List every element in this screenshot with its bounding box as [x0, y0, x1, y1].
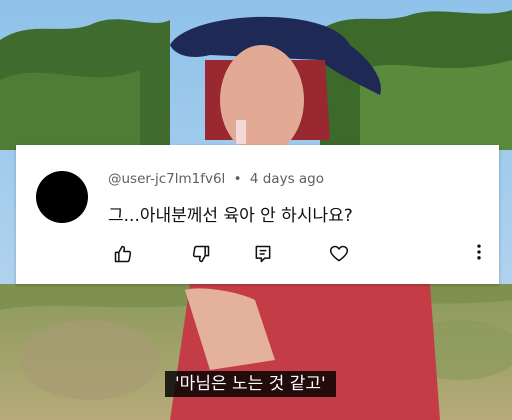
more-options-button[interactable]	[468, 241, 490, 263]
thumbs-down-icon	[192, 245, 210, 263]
thumbs-up-icon	[114, 245, 132, 263]
heart-button[interactable]	[328, 243, 350, 265]
comment-meta: @user-jc7lm1fv6l • 4 days ago	[108, 171, 324, 187]
meta-separator: •	[233, 171, 242, 187]
reply-icon	[255, 245, 271, 263]
reply-button[interactable]	[252, 243, 274, 265]
more-vertical-icon	[477, 244, 481, 260]
comment-card: @user-jc7lm1fv6l • 4 days ago 그...아내분께선 …	[16, 145, 499, 284]
comment-time: 4 days ago	[249, 171, 324, 187]
dislike-button[interactable]	[190, 243, 212, 265]
username[interactable]: @user-jc7lm1fv6l	[108, 171, 225, 187]
heart-icon	[329, 245, 349, 262]
avatar[interactable]	[36, 171, 88, 223]
comment-text: 그...아내분께선 육아 안 하시나요?	[108, 206, 353, 226]
video-subtitle: '마님은 노는 것 같고'	[165, 371, 336, 397]
like-button[interactable]	[112, 243, 134, 265]
